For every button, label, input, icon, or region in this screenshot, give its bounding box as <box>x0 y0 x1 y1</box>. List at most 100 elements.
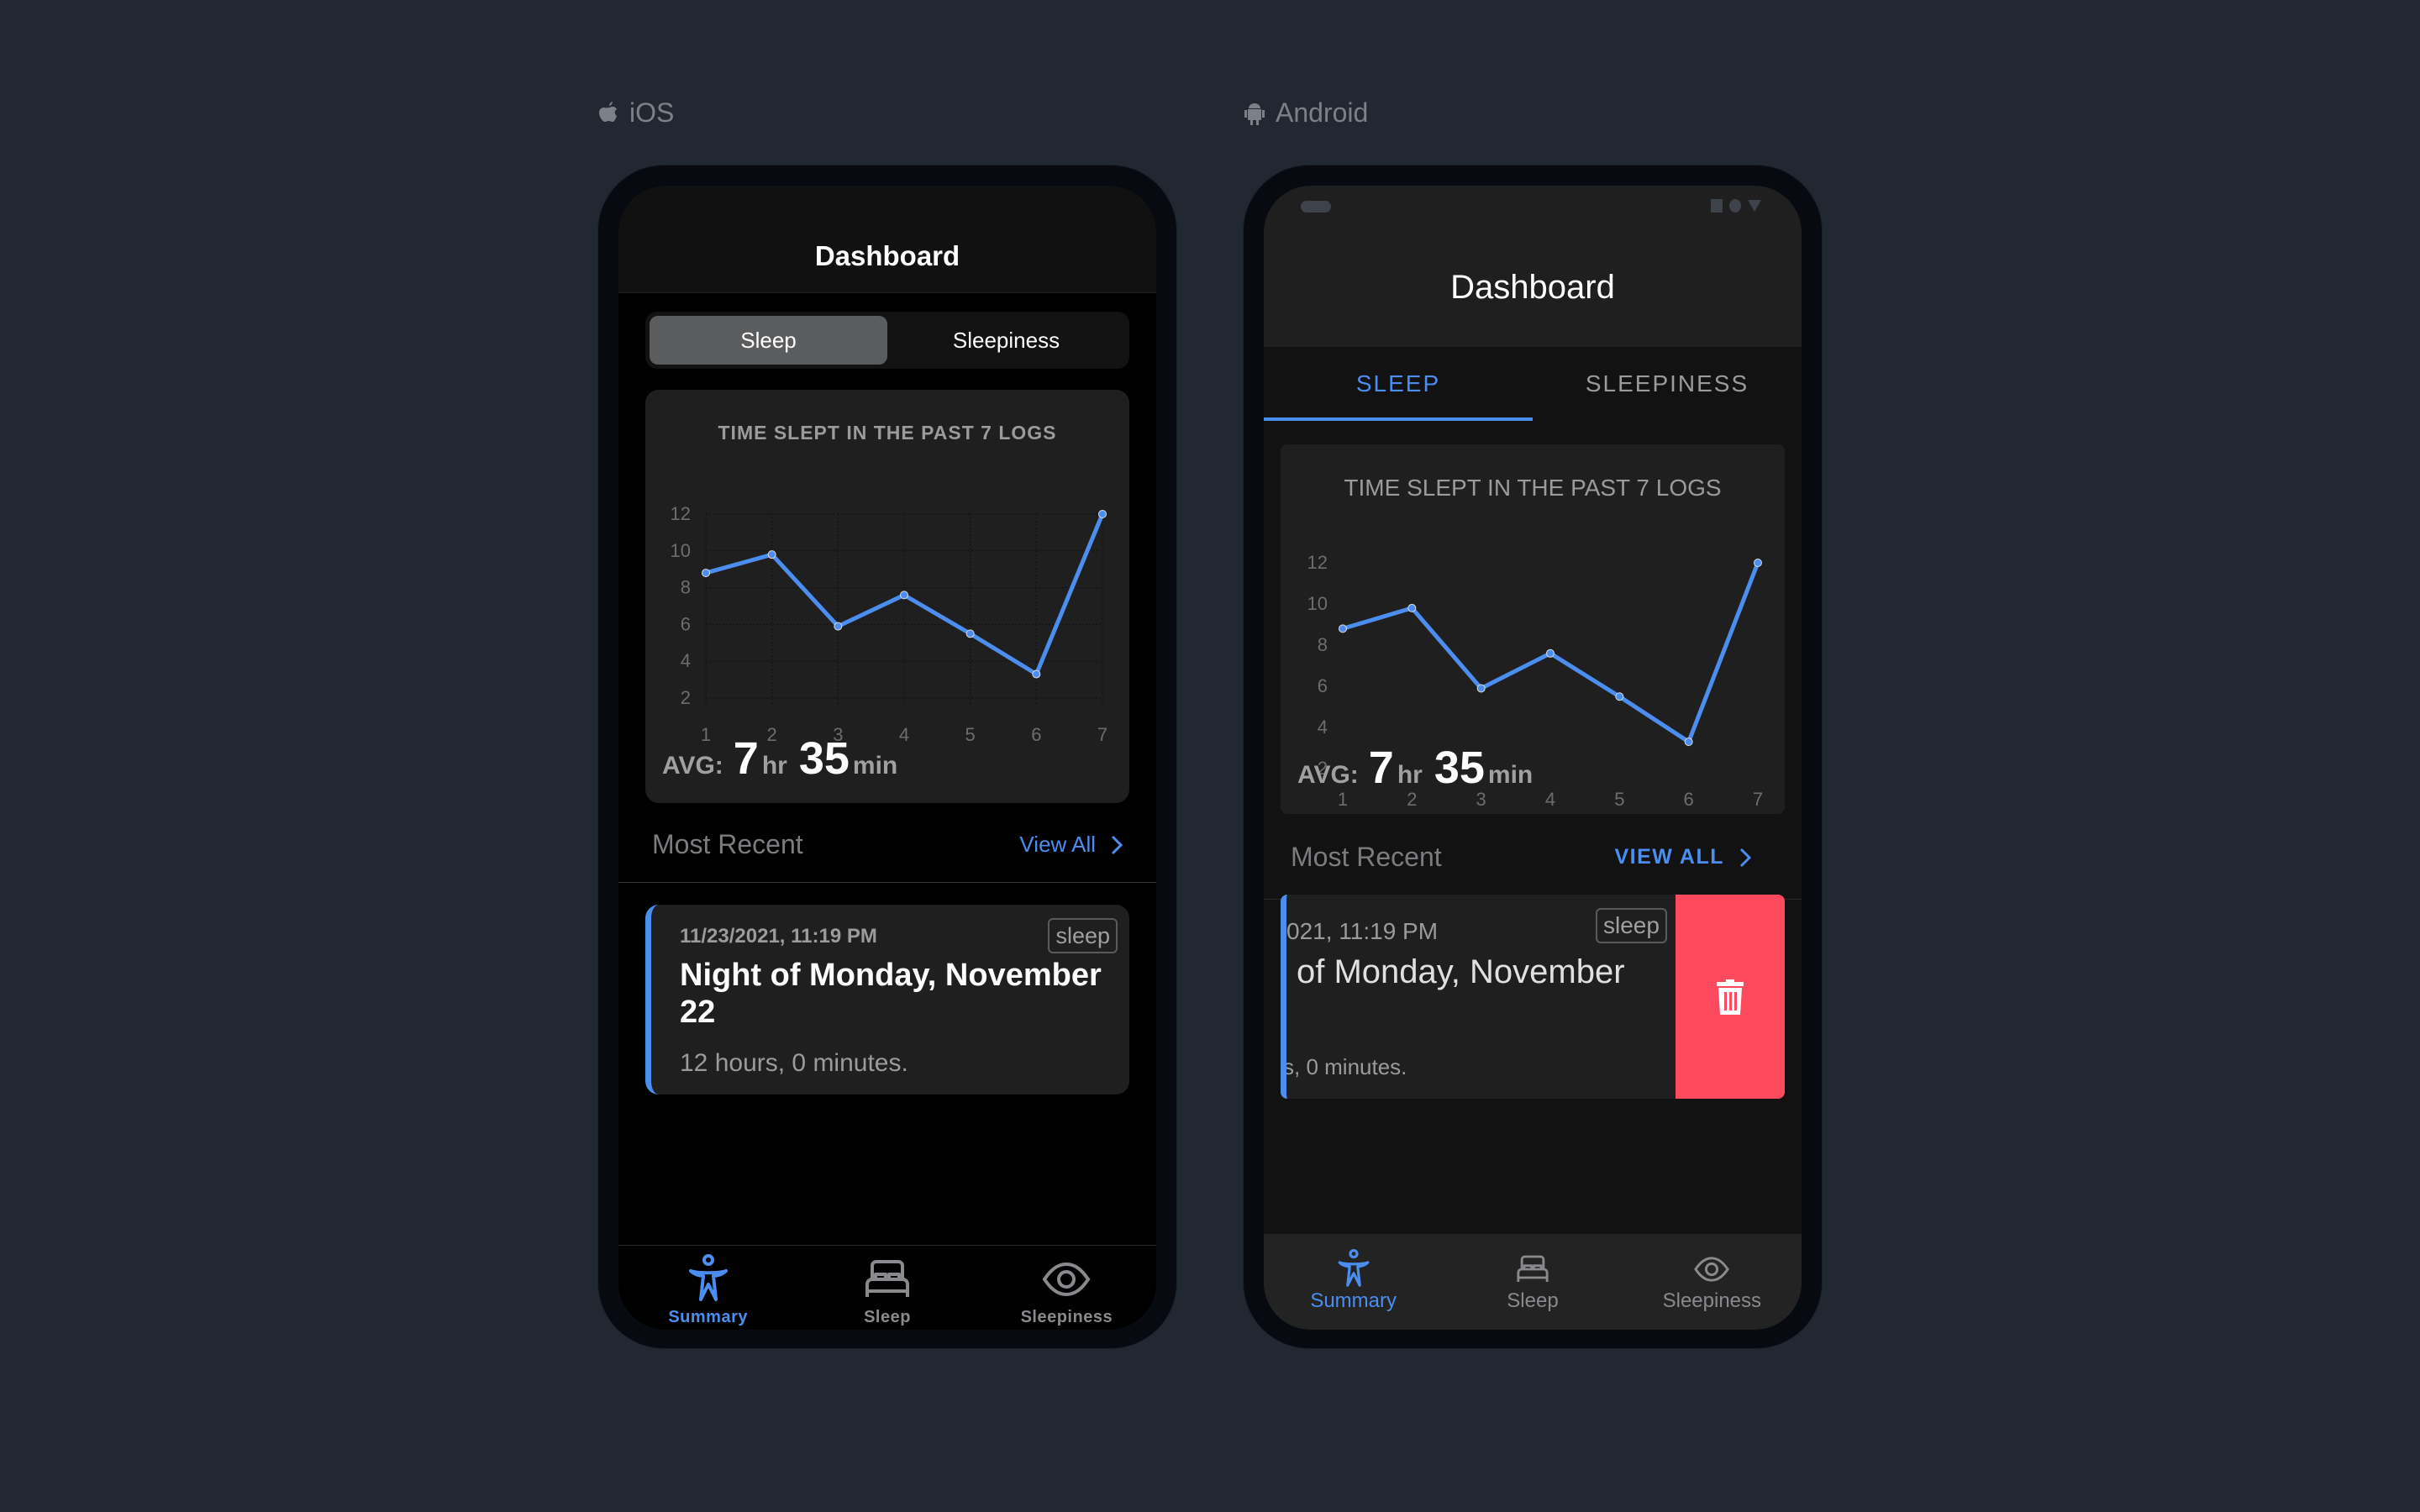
y-tick-label: 12 <box>671 503 691 524</box>
x-tick-label: 7 <box>1753 789 1763 810</box>
record-date: 11/23/2021, 11:19 PM <box>680 925 877 948</box>
x-tick-label: 6 <box>1684 789 1694 810</box>
triangle-icon <box>1748 200 1761 212</box>
record-title: of Monday, November <box>1297 953 1625 990</box>
tab-sleep[interactable]: Sleep <box>1443 1234 1622 1330</box>
page-title: Dashboard <box>1450 268 1615 306</box>
record-duration: s, 0 minutes. <box>1283 1054 1407 1079</box>
record-tag: sleep <box>1596 908 1667 943</box>
data-point <box>1407 603 1417 612</box>
y-tick-label: 8 <box>1318 634 1328 655</box>
ios-screen: Dashboard Sleep Sleepiness TIME SLEPT IN… <box>618 186 1156 1330</box>
apple-icon <box>599 101 617 122</box>
segment-sleep[interactable]: Sleep <box>650 316 887 365</box>
tab-summary-label: Summary <box>1310 1289 1397 1312</box>
y-tick-label: 10 <box>1307 593 1328 614</box>
delete-button[interactable] <box>1676 895 1785 1099</box>
data-point <box>900 591 908 600</box>
y-tick-label: 4 <box>1318 717 1328 738</box>
y-tick-label: 8 <box>681 577 691 598</box>
tab-sleep[interactable]: SLEEP <box>1264 347 1533 421</box>
record-title: Night of Monday, November 22 <box>680 958 1102 1030</box>
accessibility-icon <box>688 1254 728 1301</box>
square-icon <box>1711 199 1723 213</box>
record-date: 021, 11:19 PM <box>1286 918 1439 944</box>
data-point <box>834 622 843 631</box>
chevron-right-icon <box>1111 835 1123 854</box>
eye-icon <box>1042 1262 1091 1297</box>
data-point <box>702 569 710 578</box>
avg-minutes-unit: min <box>1487 761 1534 789</box>
view-all-link[interactable]: VIEW ALL <box>1614 845 1751 869</box>
x-tick-label: 5 <box>965 724 976 745</box>
sleep-record-card[interactable]: 11/23/2021, 11:19 PM sleep Night of Mond… <box>645 905 1129 1095</box>
circle-icon <box>1729 199 1741 213</box>
record-duration: 12 hours, 0 minutes. <box>680 1049 908 1077</box>
average-display: AVG: 7 hr 35 min <box>662 732 909 785</box>
tab-summary[interactable]: Summary <box>618 1246 797 1330</box>
view-all-label: View All <box>1019 832 1096 857</box>
data-point <box>965 629 975 638</box>
tab-sleep-label: Sleep <box>1507 1289 1559 1312</box>
x-tick-label: 4 <box>1545 789 1555 810</box>
most-recent-header: Most Recent View All <box>618 807 1156 883</box>
chart-title: TIME SLEPT IN THE PAST 7 LOGS <box>718 422 1057 444</box>
view-all-label: VIEW ALL <box>1614 845 1724 869</box>
line-chart: 246810121 2 3 4 5 6 7 <box>671 503 1108 745</box>
chart-card: TIME SLEPT IN THE PAST 7 LOGS 2 4 6 8 10 12 1 2… <box>645 390 1129 803</box>
ios-nav-header: Dashboard <box>618 186 1156 293</box>
data-point <box>1754 559 1762 567</box>
tab-sleep-label: Sleep <box>864 1308 911 1326</box>
tab-summary[interactable]: Summary <box>1264 1234 1443 1330</box>
ios-platform-label: iOS <box>597 97 674 129</box>
bed-icon <box>1517 1255 1549 1282</box>
android-phone-frame: Dashboard SLEEP SLEEPINESS TIME SLEPT IN… <box>1244 165 1822 1348</box>
data-point <box>1339 624 1347 633</box>
chart-title: TIME SLEPT IN THE PAST 7 LOGS <box>1344 475 1722 501</box>
chart-card: TIME SLEPT IN THE PAST 7 LOGS 2 4 6 8 10 12 1 2… <box>1281 444 1785 814</box>
tab-sleepiness-label: Sleepiness <box>1020 1308 1113 1326</box>
y-tick-label: 12 <box>1307 552 1328 573</box>
data-point <box>1546 648 1555 658</box>
android-screen: Dashboard SLEEP SLEEPINESS TIME SLEPT IN… <box>1264 186 1802 1330</box>
accessibility-icon <box>1338 1249 1370 1287</box>
avg-hours-unit: hr <box>761 752 787 780</box>
tab-summary-label: Summary <box>668 1308 748 1326</box>
ios-label-text: iOS <box>629 97 675 128</box>
camera-pill <box>1301 201 1331 213</box>
most-recent-header: Most Recent VIEW ALL <box>1264 816 1802 900</box>
bottom-navigation: Summary Sleep Sleepiness <box>1264 1234 1802 1330</box>
record-tag: sleep <box>1048 918 1118 953</box>
sleep-record-card-swiped[interactable]: 021, 11:19 PM sleep of Monday, November … <box>1281 895 1785 1099</box>
avg-hours-unit: hr <box>1397 761 1423 789</box>
avg-minutes: 35 <box>1434 743 1485 793</box>
view-all-link[interactable]: View All <box>1019 832 1123 858</box>
y-tick-label: 6 <box>681 613 691 634</box>
segment-sleepiness[interactable]: Sleepiness <box>887 316 1125 365</box>
tab-sleep[interactable]: Sleep <box>797 1246 976 1330</box>
avg-label: AVG: <box>662 752 723 780</box>
tab-sleepiness[interactable]: Sleepiness <box>1623 1234 1802 1330</box>
bed-icon <box>865 1260 909 1297</box>
segmented-control: Sleep Sleepiness <box>645 312 1129 369</box>
y-tick-label: 2 <box>681 687 691 708</box>
tab-sleepiness[interactable]: SLEEPINESS <box>1533 347 1802 421</box>
avg-hours: 7 <box>733 733 759 784</box>
tab-sleepiness[interactable]: Sleepiness <box>977 1246 1156 1330</box>
y-tick-label: 4 <box>681 650 691 671</box>
avg-minutes-unit: min <box>852 752 898 780</box>
chevron-right-icon <box>1739 848 1751 867</box>
eye-icon <box>1694 1257 1730 1282</box>
x-tick-label: 6 <box>1031 724 1041 745</box>
android-platform-label: Android <box>1244 97 1368 129</box>
data-point <box>1684 738 1693 747</box>
avg-hours: 7 <box>1368 743 1394 793</box>
tab-bar: Summary Sleep Sleepiness <box>618 1245 1156 1330</box>
data-point <box>767 550 776 559</box>
data-point <box>1476 684 1486 693</box>
avg-minutes: 35 <box>798 733 850 784</box>
data-point <box>1032 669 1041 679</box>
most-recent-title: Most Recent <box>652 829 803 859</box>
most-recent-title: Most Recent <box>1291 842 1442 872</box>
avg-label: AVG: <box>1297 761 1359 789</box>
